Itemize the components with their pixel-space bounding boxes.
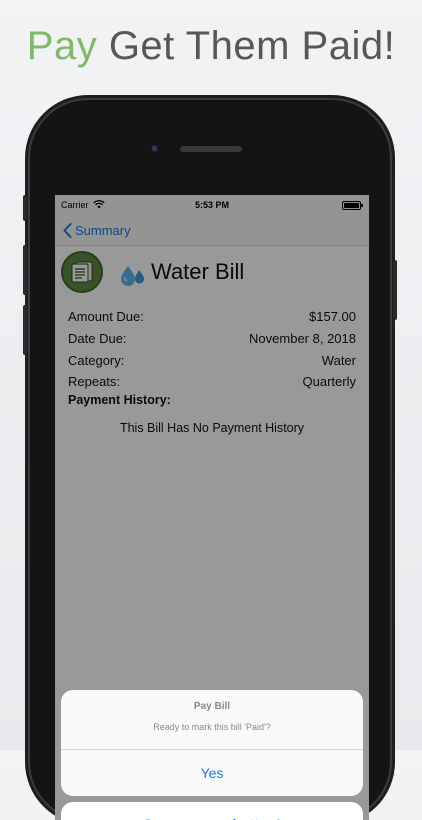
phone-volume-down [23, 305, 27, 355]
phone-screen: Carrier 5:53 PM Summary Water Bill Amoun… [55, 195, 369, 820]
front-camera [149, 143, 160, 154]
phone-volume-up [23, 245, 27, 295]
action-sheet-message: Ready to mark this bill 'Paid'? [153, 722, 271, 732]
earpiece-speaker [180, 146, 242, 152]
promo-headline: Pay Get Them Paid! [0, 22, 422, 70]
action-sheet: Pay Bill Ready to mark this bill 'Paid'?… [61, 690, 363, 796]
action-sheet-title: Pay Bill [193, 701, 231, 712]
phone-frame: Carrier 5:53 PM Summary Water Bill Amoun… [23, 100, 397, 820]
confirm-paid-button[interactable]: Yes [61, 750, 363, 796]
phone-power-button [393, 260, 397, 320]
phone-silent-switch [23, 195, 27, 221]
cancel-button[interactable]: Sorry, wrong button! [61, 802, 363, 820]
promo-accent-word: Pay [26, 24, 98, 68]
promo-headline-rest: Get Them Paid! [97, 24, 396, 68]
